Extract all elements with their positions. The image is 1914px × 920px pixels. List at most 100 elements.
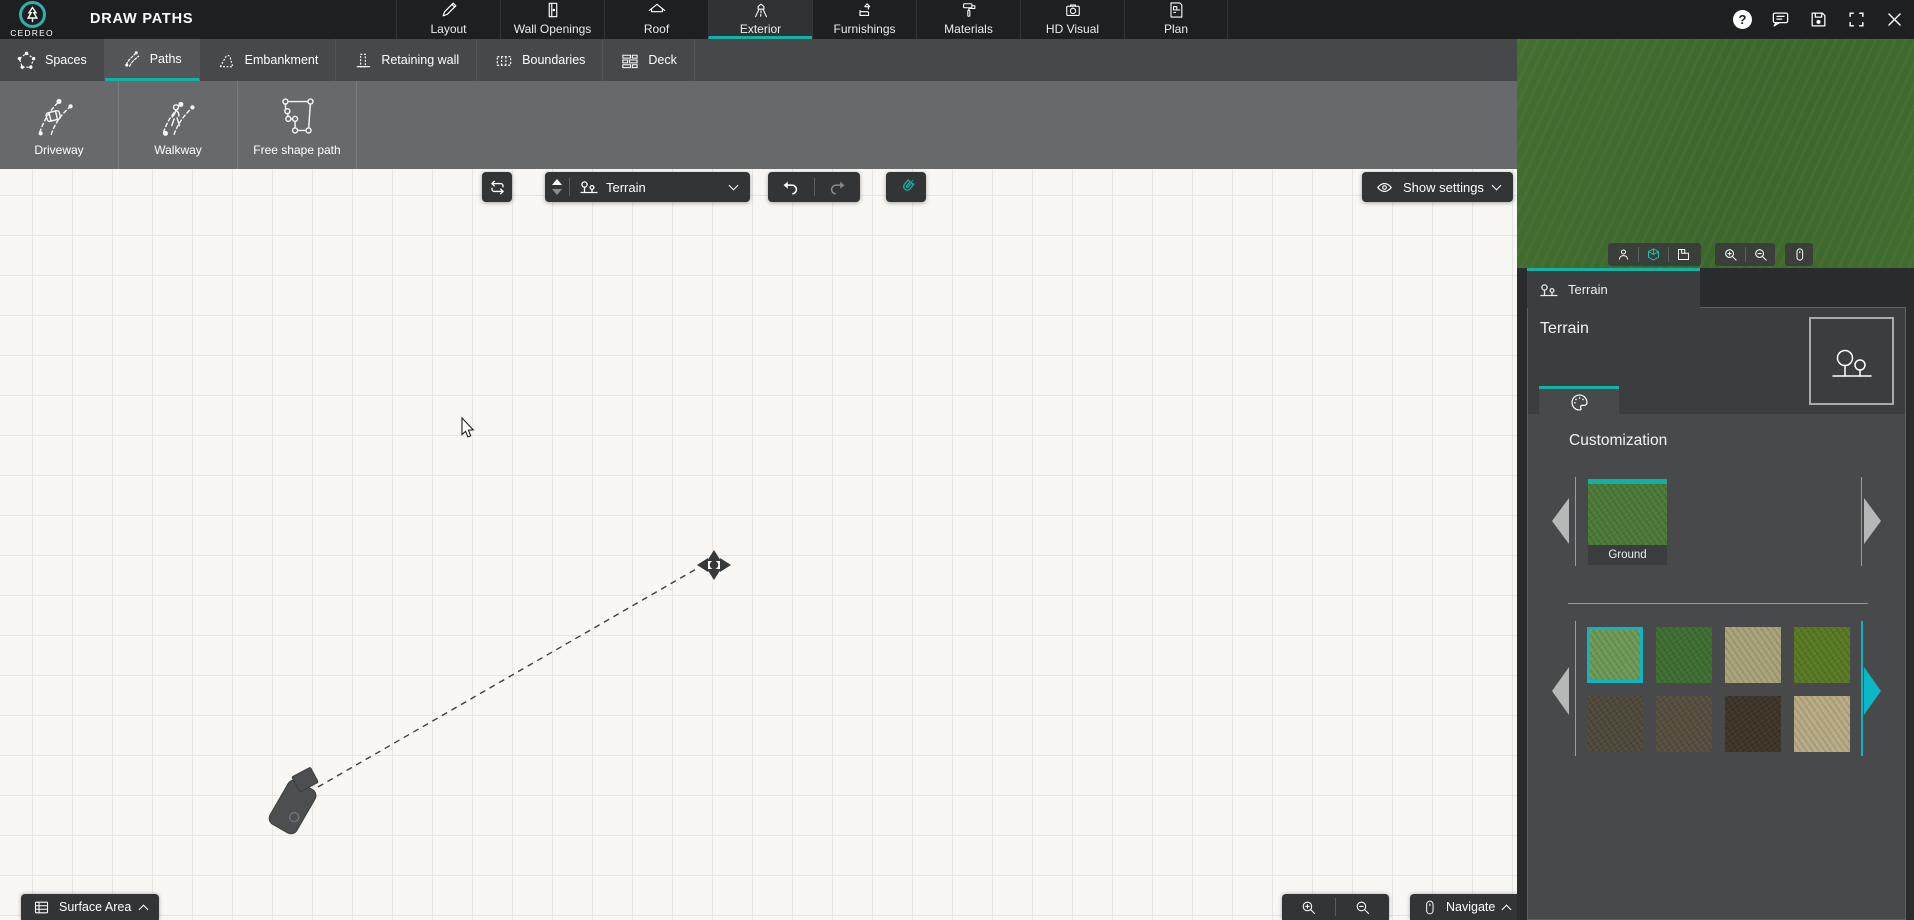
subtab-label: Embankment xyxy=(245,53,319,67)
subtab-boundaries[interactable]: Boundaries xyxy=(477,39,603,81)
tool-driveway[interactable]: Driveway xyxy=(0,81,119,169)
3d-view-button[interactable] xyxy=(1638,247,1668,262)
panel-tab-label: Terrain xyxy=(1568,282,1608,297)
preview-zoom-in-button[interactable] xyxy=(1715,247,1745,262)
right-side-panel: Terrain Terrain xyxy=(1517,39,1914,920)
terrain-panel-tab[interactable]: Terrain xyxy=(1527,268,1700,308)
zoom-out-icon[interactable] xyxy=(1354,899,1371,916)
logo-tree-icon xyxy=(19,1,46,28)
tab-roof[interactable]: Roof xyxy=(604,0,708,39)
cedreo-logo[interactable]: CEDREO xyxy=(4,1,60,38)
fullscreen-icon[interactable] xyxy=(1847,10,1866,29)
divider xyxy=(1575,621,1576,756)
panel-title: Terrain xyxy=(1540,320,1589,338)
terrain-preview-button[interactable] xyxy=(1809,317,1894,405)
ground-slot[interactable]: Ground xyxy=(1588,479,1667,565)
show-settings-label: Show settings xyxy=(1403,180,1484,195)
plan-view-button[interactable] xyxy=(1668,247,1698,262)
swatch-dry-grass[interactable] xyxy=(1725,627,1781,683)
view-mode-controls xyxy=(1608,243,1701,266)
move-cursor xyxy=(697,550,731,580)
tool-walkway[interactable]: Walkway xyxy=(119,81,238,169)
tab-exterior[interactable]: Exterior xyxy=(708,0,812,39)
divider xyxy=(1575,477,1576,566)
tab-hd-visual[interactable]: HD Visual xyxy=(1020,0,1124,39)
pointer-cursor xyxy=(462,418,473,437)
customization-tab[interactable] xyxy=(1539,386,1619,415)
replace-terrain-button[interactable] xyxy=(482,172,512,202)
preview-navigate-control xyxy=(1785,243,1813,266)
embankment-icon xyxy=(217,51,236,70)
zoom-controls xyxy=(1282,894,1389,920)
preview-mouse-button[interactable] xyxy=(1785,247,1813,262)
drawing-canvas[interactable]: Terrain Show settings xyxy=(0,169,1517,920)
close-icon[interactable] xyxy=(1885,10,1904,29)
zoom-in-icon xyxy=(1723,247,1738,262)
subtab-embankment[interactable]: Embankment xyxy=(200,39,337,81)
exterior-icon xyxy=(750,0,772,20)
logo-text: CEDREO xyxy=(4,28,60,38)
save-icon[interactable] xyxy=(1809,10,1828,29)
paths-tool-bar: Driveway Walkway Free shape path xyxy=(0,81,1517,169)
top-bar: CEDREO DRAW PATHS Layout Wall Openings xyxy=(0,0,1914,39)
tab-furnishings[interactable]: Furnishings xyxy=(812,0,916,39)
paint-roller-icon xyxy=(958,0,980,20)
tab-materials[interactable]: Materials xyxy=(916,0,1020,39)
swatch-olive-grass[interactable] xyxy=(1794,627,1850,683)
palette-icon xyxy=(1569,392,1590,413)
path-dashed-line[interactable] xyxy=(318,568,698,787)
redo-icon[interactable] xyxy=(828,178,847,197)
ground-slot-texture xyxy=(1588,479,1667,545)
swatch-next-arrow[interactable] xyxy=(1864,667,1881,715)
mouse-icon xyxy=(1792,247,1807,262)
swatch-prev-arrow[interactable] xyxy=(1552,667,1569,715)
swatch-soil[interactable] xyxy=(1725,696,1781,752)
main-nav: Layout Wall Openings Roof Exterior xyxy=(396,0,1228,39)
swatch-light-grass[interactable] xyxy=(1587,627,1643,683)
navigate-button[interactable]: Navigate xyxy=(1410,894,1521,920)
boundaries-icon xyxy=(494,51,513,70)
slot-carousel-prev-arrow[interactable] xyxy=(1552,498,1569,544)
customization-card: Customization Ground xyxy=(1528,414,1905,919)
preview-zoom-out-button[interactable] xyxy=(1745,247,1775,262)
swatch-dark-grass[interactable] xyxy=(1656,627,1712,683)
preview-zoom-controls xyxy=(1715,243,1775,266)
layer-stepper[interactable] xyxy=(545,179,569,195)
tab-label: Materials xyxy=(944,22,993,36)
swatch-sand[interactable] xyxy=(1794,696,1850,752)
swatch-gravel[interactable] xyxy=(1587,696,1643,752)
divider xyxy=(1335,898,1336,916)
chevron-up-icon xyxy=(1502,904,1512,914)
subtab-paths[interactable]: Paths xyxy=(105,39,200,81)
subtab-spaces[interactable]: Spaces xyxy=(0,39,105,81)
tool-free-shape-path[interactable]: Free shape path xyxy=(238,81,357,169)
3d-preview[interactable] xyxy=(1517,39,1914,268)
show-settings-button[interactable]: Show settings xyxy=(1362,172,1513,202)
subtab-label: Spaces xyxy=(45,53,87,67)
snap-toggle-button[interactable] xyxy=(886,172,926,202)
path-start-stamp[interactable] xyxy=(267,767,319,836)
tab-label: HD Visual xyxy=(1046,22,1099,36)
tab-plan[interactable]: Plan xyxy=(1124,0,1228,39)
help-icon[interactable]: ? xyxy=(1733,10,1752,29)
layer-selector[interactable]: Terrain xyxy=(545,172,750,202)
swatch-dirt[interactable] xyxy=(1656,696,1712,752)
tab-wall-openings[interactable]: Wall Openings xyxy=(500,0,604,39)
surface-area-button[interactable]: Surface Area xyxy=(21,894,159,920)
zoom-in-icon[interactable] xyxy=(1300,899,1317,916)
wall-plan-icon xyxy=(1676,247,1691,262)
undo-icon[interactable] xyxy=(781,178,800,197)
retaining-wall-icon xyxy=(353,51,372,70)
texture-swatch-grid xyxy=(1587,627,1850,752)
history-controls xyxy=(768,172,860,202)
subtab-deck[interactable]: Deck xyxy=(603,39,694,81)
subtab-retaining-wall[interactable]: Retaining wall xyxy=(336,39,477,81)
terrain-panel: Terrain Terrain xyxy=(1517,268,1914,920)
first-person-view-button[interactable] xyxy=(1608,247,1638,262)
tab-layout[interactable]: Layout xyxy=(396,0,500,39)
feedback-icon[interactable] xyxy=(1771,10,1790,29)
slot-carousel-next-arrow[interactable] xyxy=(1864,498,1881,544)
page-title: DRAW PATHS xyxy=(90,0,193,39)
step-up-icon[interactable] xyxy=(552,179,562,185)
step-down-icon[interactable] xyxy=(552,189,562,195)
